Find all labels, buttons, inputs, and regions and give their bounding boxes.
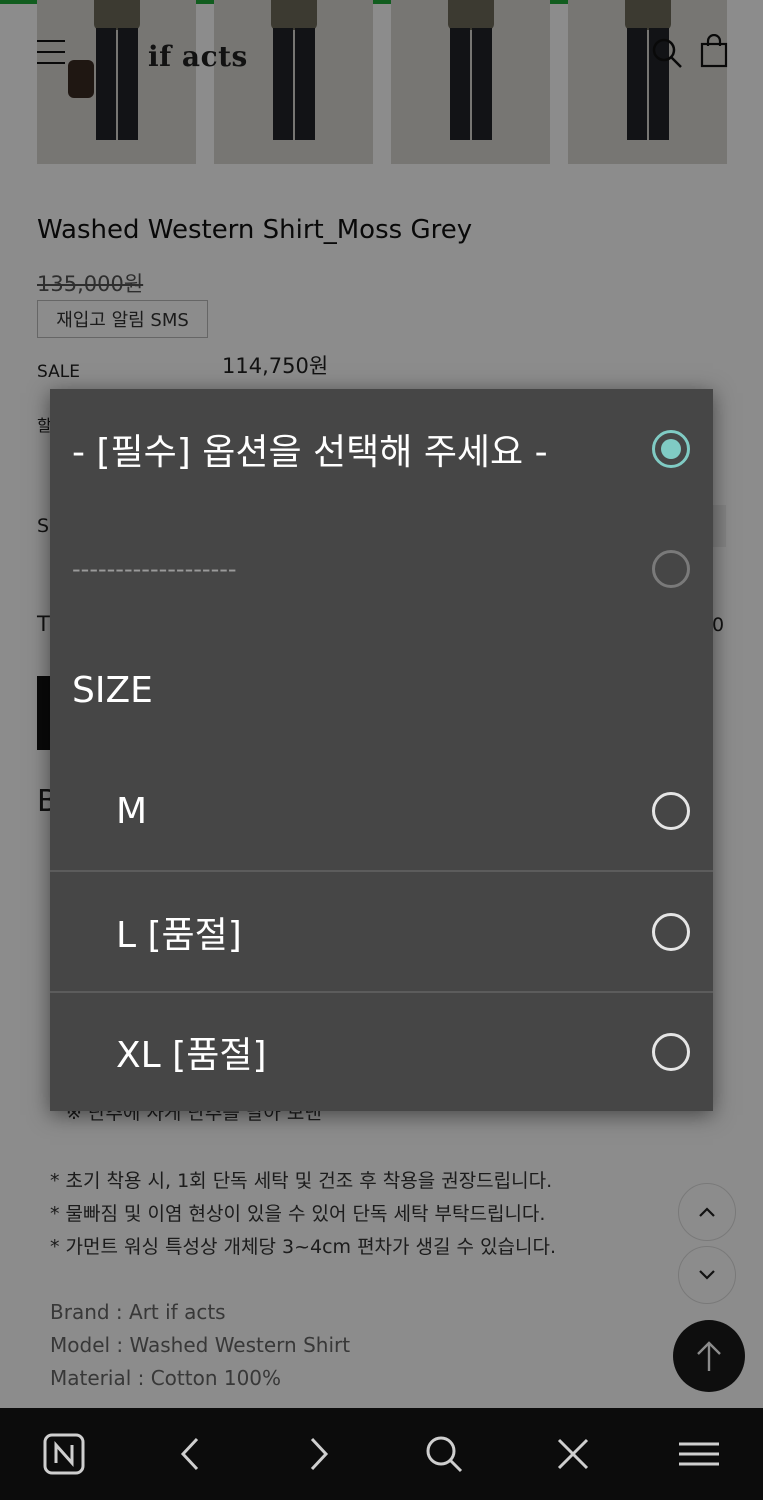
browser-menu-button[interactable] (675, 1430, 723, 1478)
naver-n-icon (43, 1433, 85, 1475)
option-label: - [필수] 옵션을 선택해 주세요 - (72, 432, 548, 473)
radio-unselected-icon[interactable] (652, 913, 690, 951)
radio-unselected-icon[interactable] (652, 550, 690, 588)
back-button[interactable] (166, 1430, 214, 1478)
option-separator[interactable]: ------------------- (50, 509, 713, 629)
browser-toolbar (0, 1408, 763, 1500)
option-group-label: SIZE (72, 669, 153, 711)
close-icon (557, 1438, 589, 1470)
forward-arrow-icon (310, 1437, 329, 1471)
hamburger-menu-icon (679, 1442, 719, 1466)
option-size-m[interactable]: M (50, 751, 713, 871)
radio-selected-icon[interactable] (652, 430, 690, 468)
radio-unselected-icon[interactable] (652, 1033, 690, 1071)
option-size-xl[interactable]: XL [품절] (50, 992, 713, 1112)
back-arrow-icon (180, 1437, 199, 1471)
option-label: L [품절] (116, 915, 242, 956)
option-label: XL [품절] (116, 1035, 267, 1076)
option-group-header: SIZE (50, 630, 713, 750)
option-placeholder[interactable]: - [필수] 옵션을 선택해 주세요 - (50, 389, 713, 509)
search-button[interactable] (420, 1430, 468, 1478)
forward-button[interactable] (295, 1430, 343, 1478)
option-select-dialog: - [필수] 옵션을 선택해 주세요 - -------------------… (50, 389, 713, 1111)
search-icon (426, 1436, 463, 1473)
radio-unselected-icon[interactable] (652, 792, 690, 830)
option-size-l[interactable]: L [품절] (50, 872, 713, 992)
option-label: M (116, 790, 148, 832)
naver-home-button[interactable] (40, 1430, 88, 1478)
option-label: ------------------- (72, 555, 237, 583)
close-tab-button[interactable] (549, 1430, 597, 1478)
